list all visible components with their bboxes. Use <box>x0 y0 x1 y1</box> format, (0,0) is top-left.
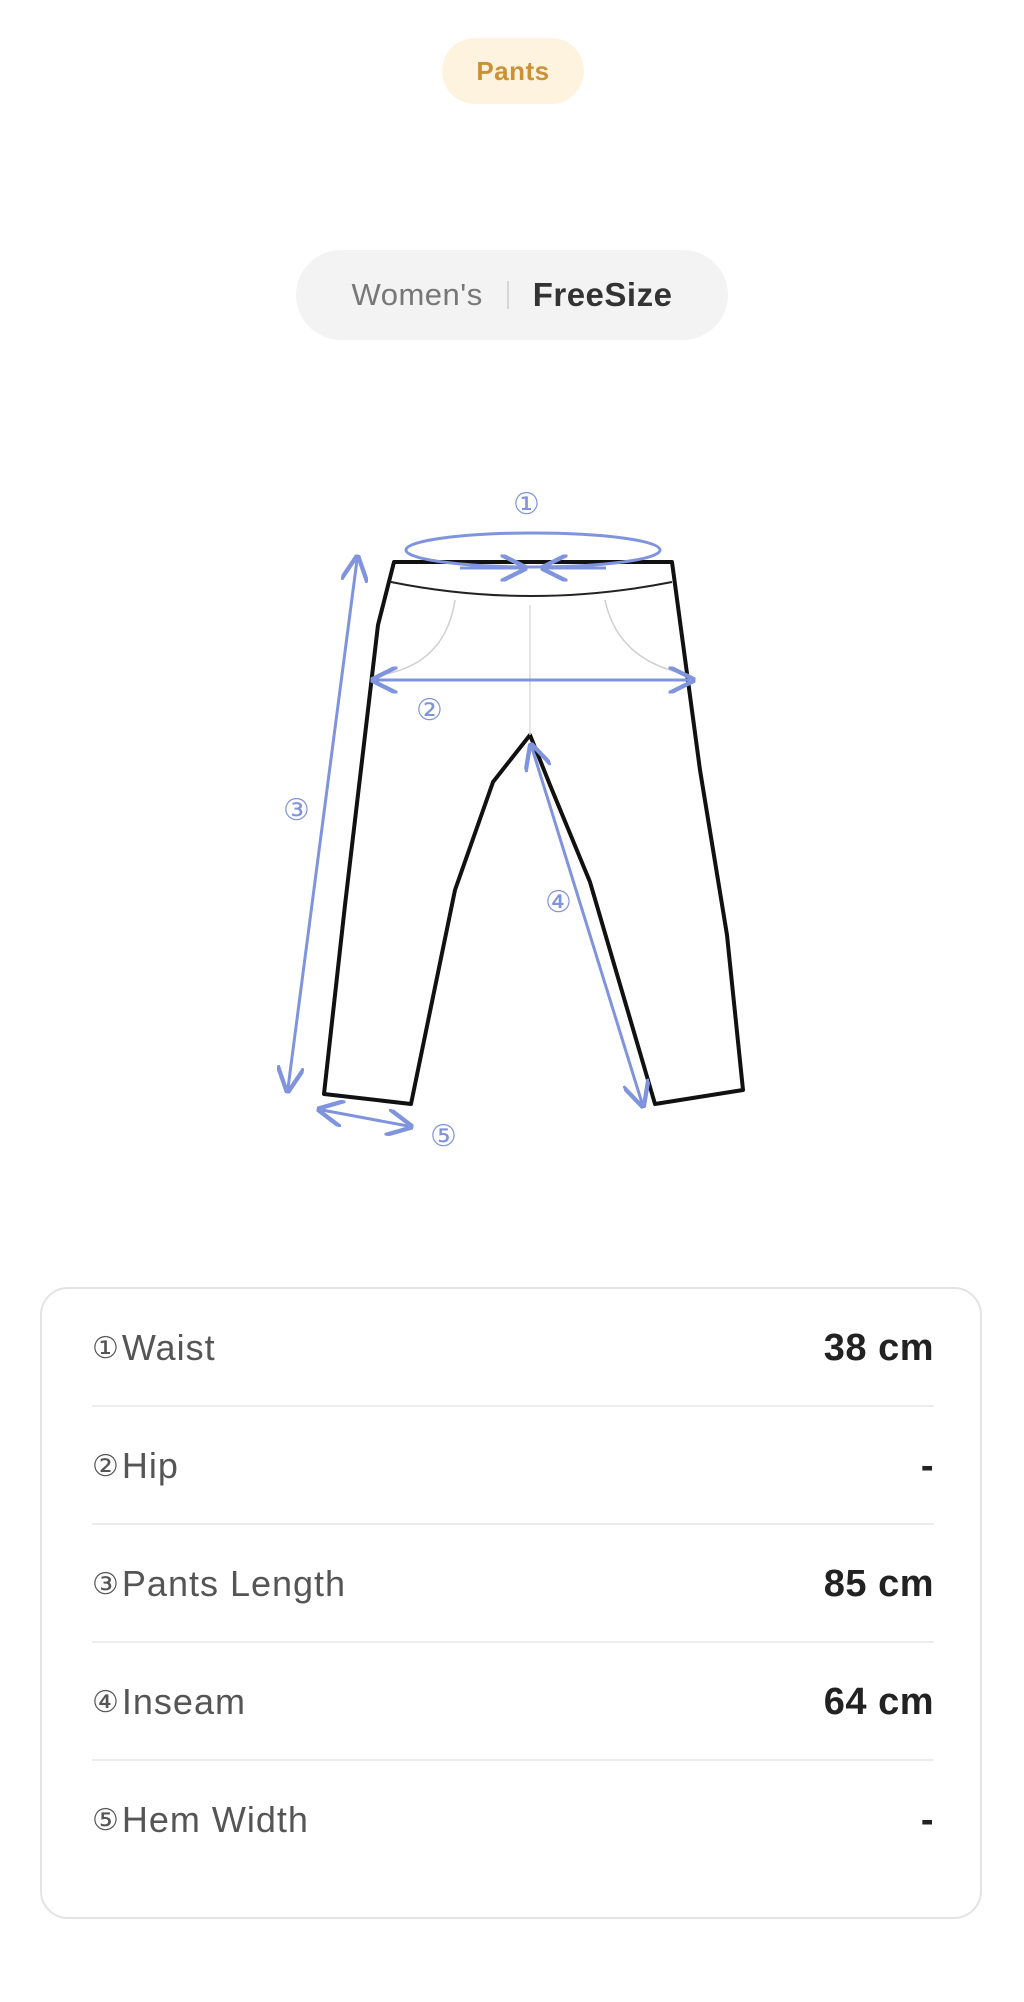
measurement-label: ④ Inseam <box>92 1681 246 1723</box>
measurement-label: ② Hip <box>92 1445 179 1487</box>
measurement-table: ① Waist 38 cm ② Hip - ③ Pants Length 85 … <box>40 1287 982 1919</box>
measurement-value: - <box>920 1798 934 1841</box>
measurement-name: Hem Width <box>121 1799 309 1840</box>
measurement-row-hem-width: ⑤ Hem Width - <box>92 1761 934 1879</box>
measurement-label: ① Waist <box>92 1327 216 1369</box>
measurement-value: 85 cm <box>823 1562 934 1605</box>
measurement-number: ③ <box>92 1566 120 1602</box>
measurement-label: ⑤ Hem Width <box>92 1799 309 1841</box>
measurement-number: ⑤ <box>92 1802 120 1838</box>
measurement-name: Pants Length <box>121 1563 347 1604</box>
size-divider <box>506 281 509 309</box>
category-label: Pants <box>476 55 550 86</box>
measurement-row-pants-length: ③ Pants Length 85 cm <box>92 1525 934 1643</box>
measurement-value: - <box>920 1444 934 1487</box>
size-value: FreeSize <box>532 276 673 313</box>
measurement-number: ② <box>92 1448 120 1484</box>
pants-measurement-diagram: ① ② ③ ④ ⑤ <box>0 470 1024 1154</box>
measurement-name: Waist <box>121 1327 216 1368</box>
diagram-label-1: ① <box>513 487 540 522</box>
hem-measure-line <box>322 1110 408 1126</box>
measurement-number: ① <box>92 1330 120 1366</box>
size-gender-label: Women's <box>351 277 483 312</box>
measurement-name: Hip <box>121 1445 179 1486</box>
measurement-row-waist: ① Waist 38 cm <box>92 1289 934 1407</box>
size-selector[interactable]: Women's FreeSize <box>296 250 728 340</box>
category-badge: Pants <box>442 38 584 104</box>
pants-illustration <box>0 531 745 1150</box>
pants-outline <box>322 560 745 1106</box>
measurement-label: ③ Pants Length <box>92 1563 346 1605</box>
measurement-value: 38 cm <box>823 1326 934 1369</box>
measurement-value: 64 cm <box>823 1680 934 1723</box>
measurement-row-inseam: ④ Inseam 64 cm <box>92 1643 934 1761</box>
measurement-row-hip: ② Hip - <box>92 1407 934 1525</box>
diagram-label-5: ⑤ <box>430 1119 457 1154</box>
diagram-label-2: ② <box>416 693 443 728</box>
diagram-label-4: ④ <box>545 885 572 920</box>
measurement-number: ④ <box>92 1684 120 1720</box>
measurement-name: Inseam <box>121 1681 246 1722</box>
diagram-label-3: ③ <box>283 793 310 828</box>
